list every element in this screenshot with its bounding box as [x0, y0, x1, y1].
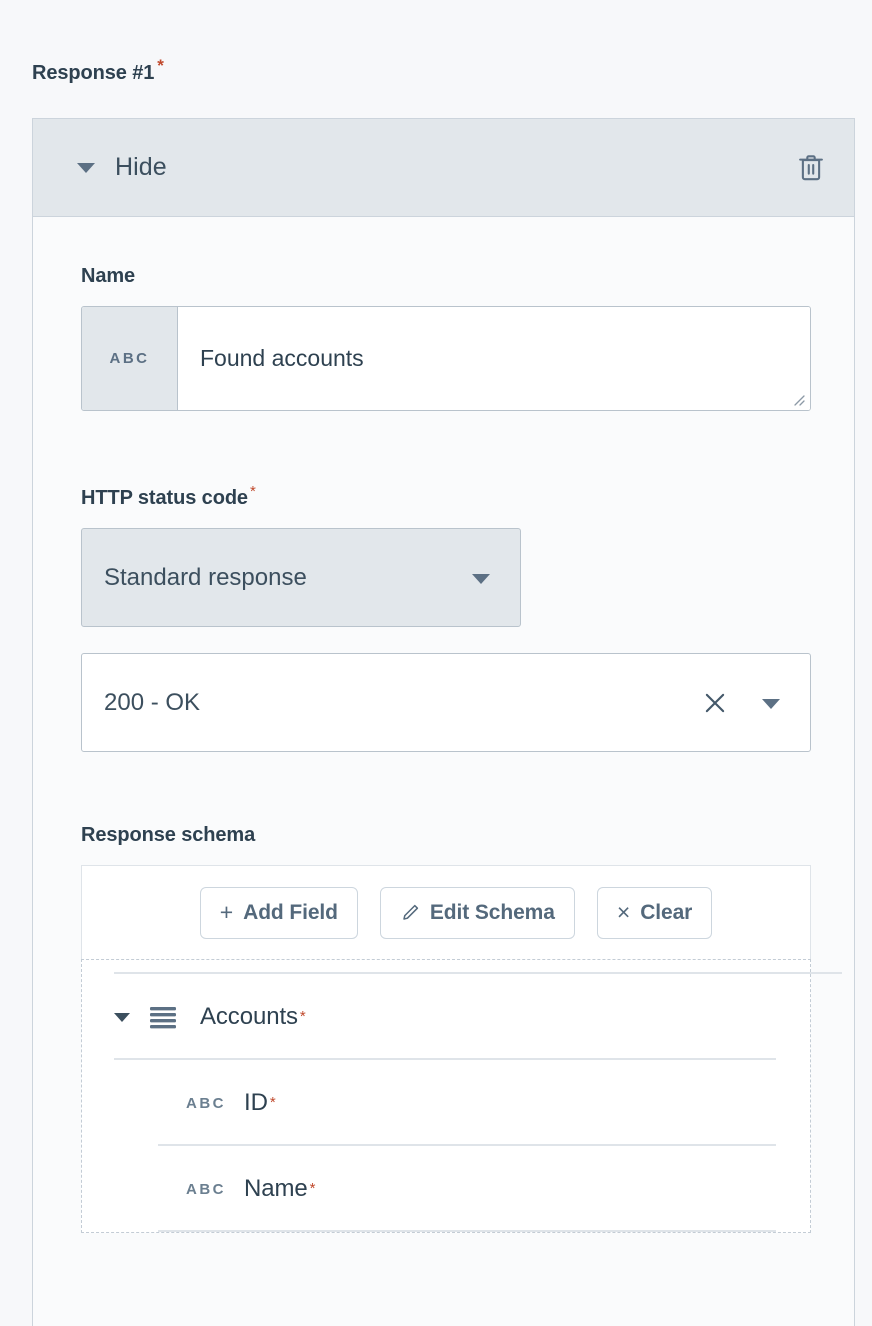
clear-schema-button[interactable]: × Clear — [597, 887, 712, 939]
table-row[interactable]: Accounts* — [82, 974, 810, 1060]
page-title: Response #1* — [32, 62, 164, 85]
required-asterisk: * — [250, 483, 256, 500]
string-type-icon: ABC — [186, 1095, 226, 1112]
required-asterisk: * — [157, 56, 164, 75]
schema-node-name: Accounts — [200, 1003, 298, 1031]
name-input[interactable]: Found accounts — [178, 307, 810, 410]
schema-tree: Accounts* ABC ID* ABC Name* — [81, 959, 811, 1233]
status-mode-value: Standard response — [104, 564, 307, 592]
response-editor-page: Response #1* Hide Name AB — [0, 0, 872, 1326]
panel-header[interactable]: Hide — [33, 118, 854, 217]
status-code-value: 200 - OK — [104, 689, 200, 717]
trash-icon — [796, 152, 826, 184]
name-input-value: Found accounts — [200, 345, 364, 373]
triangle-down-icon — [472, 574, 490, 584]
status-label-text: HTTP status code — [81, 487, 248, 509]
status-field-group: HTTP status code* Standard response 200 … — [81, 487, 806, 752]
close-icon: × — [617, 901, 630, 924]
toggle-hide-label: Hide — [115, 153, 167, 182]
schema-node-name: ID — [244, 1089, 268, 1117]
table-row[interactable]: ABC Name* — [82, 1146, 810, 1232]
status-code-select[interactable]: 200 - OK — [81, 653, 811, 752]
schema-node-name: Name — [244, 1175, 308, 1203]
triangle-down-icon — [762, 699, 780, 709]
table-row[interactable]: ABC ID* — [82, 1060, 810, 1146]
add-field-button[interactable]: + Add Field — [200, 887, 358, 939]
schema-field-group: Response schema + Add Field Edit Schema … — [81, 824, 806, 1233]
array-list-icon — [148, 1004, 178, 1030]
page-title-text: Response #1 — [32, 62, 154, 84]
schema-label: Response schema — [81, 824, 806, 847]
string-type-icon: ABC — [186, 1181, 226, 1198]
tree-top-spacer — [82, 960, 810, 974]
clear-schema-label: Clear — [640, 901, 692, 925]
add-field-label: Add Field — [243, 901, 338, 925]
name-label: Name — [81, 265, 806, 288]
resize-handle[interactable] — [791, 392, 805, 406]
pencil-icon — [400, 903, 420, 923]
schema-toolbar: + Add Field Edit Schema × Clear — [81, 865, 811, 959]
response-panel: Hide Name ABC Found accounts — [32, 118, 855, 1326]
edit-schema-button[interactable]: Edit Schema — [380, 887, 575, 939]
row-divider — [158, 1230, 776, 1232]
status-label: HTTP status code* — [81, 487, 806, 510]
status-mode-select[interactable]: Standard response — [81, 528, 521, 627]
triangle-down-icon[interactable] — [114, 1013, 130, 1022]
string-type-icon: ABC — [82, 307, 178, 410]
name-field-group: Name ABC Found accounts — [81, 265, 806, 411]
plus-icon: + — [220, 901, 233, 924]
name-input-group: ABC Found accounts — [81, 306, 811, 411]
clear-status-code-button[interactable] — [700, 688, 730, 718]
chevron-down-icon — [77, 163, 95, 173]
edit-schema-label: Edit Schema — [430, 901, 555, 925]
delete-response-button[interactable] — [796, 152, 826, 184]
panel-body: Name ABC Found accounts HTTP status code… — [33, 217, 854, 1233]
